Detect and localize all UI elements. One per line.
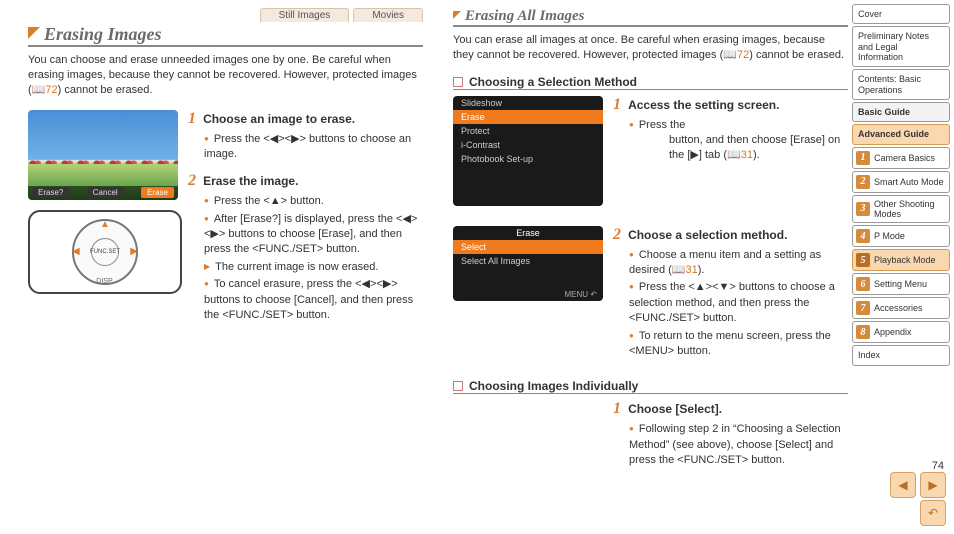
menu-item: Protect	[453, 124, 603, 138]
page-ref-72[interactable]: 📖72	[32, 84, 58, 96]
arrow-right-icon: ▶	[130, 246, 138, 257]
right-column: Erasing All Images You can erase all ima…	[453, 8, 848, 489]
instruction-text: Choose a menu item and a setting as desi…	[629, 248, 848, 279]
menu-return-label: MENU ↶	[565, 290, 597, 299]
step-title: Choose a selection method.	[628, 228, 787, 242]
heading-erasing-images: Erasing Images	[44, 24, 162, 45]
section-title-right: Erasing All Images	[453, 8, 848, 27]
shot-label-erase: Erase	[141, 187, 174, 198]
page-number: 74	[932, 460, 944, 472]
step-number: 2	[613, 226, 621, 243]
nav-back-button[interactable]: ↶	[920, 500, 946, 526]
intro-right: You can erase all images at once. Be car…	[453, 33, 848, 63]
step-title: Erase the image.	[203, 174, 298, 188]
nav-prev-button[interactable]: ◀	[890, 472, 916, 498]
instruction-text: To cancel erasure, press the <◀><▶> butt…	[204, 277, 423, 323]
instruction-text: Press the <◀><▶> buttons to choose an im…	[204, 132, 423, 163]
screenshot-erase-prompt: Erase? Cancel Erase	[28, 110, 178, 200]
menu-header: Erase	[453, 226, 603, 240]
screenshot-erase-menu: EraseSelectSelect All Images MENU ↶	[453, 226, 603, 301]
tab-still-images[interactable]: Still Images	[260, 8, 350, 22]
nav-section[interactable]: Basic Guide	[852, 102, 950, 122]
tab-movies[interactable]: Movies	[353, 8, 423, 22]
nav-chapter[interactable]: 7Accessories	[852, 297, 950, 319]
menu-item: Erase	[453, 110, 603, 124]
subhead-selection-method: Choosing a Selection Method	[453, 75, 848, 90]
nav-chapter[interactable]: 5Playback Mode	[852, 249, 950, 271]
page-ref[interactable]: 📖31	[672, 264, 698, 276]
nav-chapter[interactable]: 4P Mode	[852, 225, 950, 247]
instruction-text: Press the <▲> button.	[204, 194, 423, 209]
nav-item[interactable]: Index	[852, 345, 950, 365]
nav-next-button[interactable]: ▶	[920, 472, 946, 498]
nav-section[interactable]: Advanced Guide	[852, 124, 950, 144]
nav-chapter[interactable]: 3Other Shooting Modes	[852, 195, 950, 224]
screenshot-playback-menu: SlideshowEraseProtecti-ContrastPhotobook…	[453, 96, 603, 206]
step-number: 1	[613, 400, 621, 417]
instruction-text: Following step 2 in “Choosing a Selectio…	[629, 422, 848, 468]
instruction-text: The current image is now erased.	[204, 260, 423, 275]
left-column: Still Images Movies Erasing Images You c…	[28, 8, 423, 489]
nav-chapter[interactable]: 2Smart Auto Mode	[852, 171, 950, 193]
intro-left: You can choose and erase unneeded images…	[28, 53, 423, 98]
step-number: 2	[188, 172, 196, 189]
arrow-up-icon: ▲	[100, 219, 110, 230]
control-dial-illustration: ▲ ◀ ▶ DISP. FUNC.SET	[28, 210, 182, 294]
instruction-text: Press the <▲><▼> buttons to choose a sel…	[629, 280, 848, 326]
nav-item[interactable]: Preliminary Notes and Legal Information	[852, 26, 950, 67]
step-title: Choose [Select].	[628, 402, 722, 416]
nav-chapter[interactable]: 6Setting Menu	[852, 273, 950, 295]
instruction-text: After [Erase?] is displayed, press the <…	[204, 212, 423, 258]
step-title: Choose an image to erase.	[203, 112, 355, 126]
disp-label: DISP.	[96, 278, 113, 285]
section-title-left: Erasing Images	[28, 24, 423, 47]
menu-item: Photobook Set-up	[453, 152, 603, 166]
page-ref-72b[interactable]: 📖72	[723, 49, 749, 61]
shot-label-cancel: Cancel	[87, 187, 124, 198]
step-number: 1	[613, 96, 621, 113]
arrow-left-icon: ◀	[72, 246, 80, 257]
instruction-text: To return to the menu screen, press the …	[629, 329, 848, 360]
nav-item[interactable]: Cover	[852, 4, 950, 24]
menu-item: Select	[453, 240, 603, 254]
menu-item: Slideshow	[453, 96, 603, 110]
menu-item: Select All Images	[453, 254, 603, 268]
nav-item[interactable]: Contents: Basic Operations	[852, 69, 950, 100]
step-number: 1	[188, 110, 196, 127]
side-navigation: CoverPreliminary Notes and Legal Informa…	[852, 4, 950, 368]
shot-label-erase-q: Erase?	[32, 187, 69, 198]
func-set-button: FUNC.SET	[91, 238, 119, 266]
instruction-text: Press the button, and then choose [Erase…	[629, 118, 848, 164]
step-title: Access the setting screen.	[628, 98, 779, 112]
heading-erasing-all: Erasing All Images	[465, 8, 584, 25]
subhead-individually: Choosing Images Individually	[453, 379, 848, 394]
page-ref[interactable]: 📖31	[727, 149, 753, 161]
nav-chapter[interactable]: 1Camera Basics	[852, 147, 950, 169]
nav-chapter[interactable]: 8Appendix	[852, 321, 950, 343]
menu-item: i-Contrast	[453, 138, 603, 152]
